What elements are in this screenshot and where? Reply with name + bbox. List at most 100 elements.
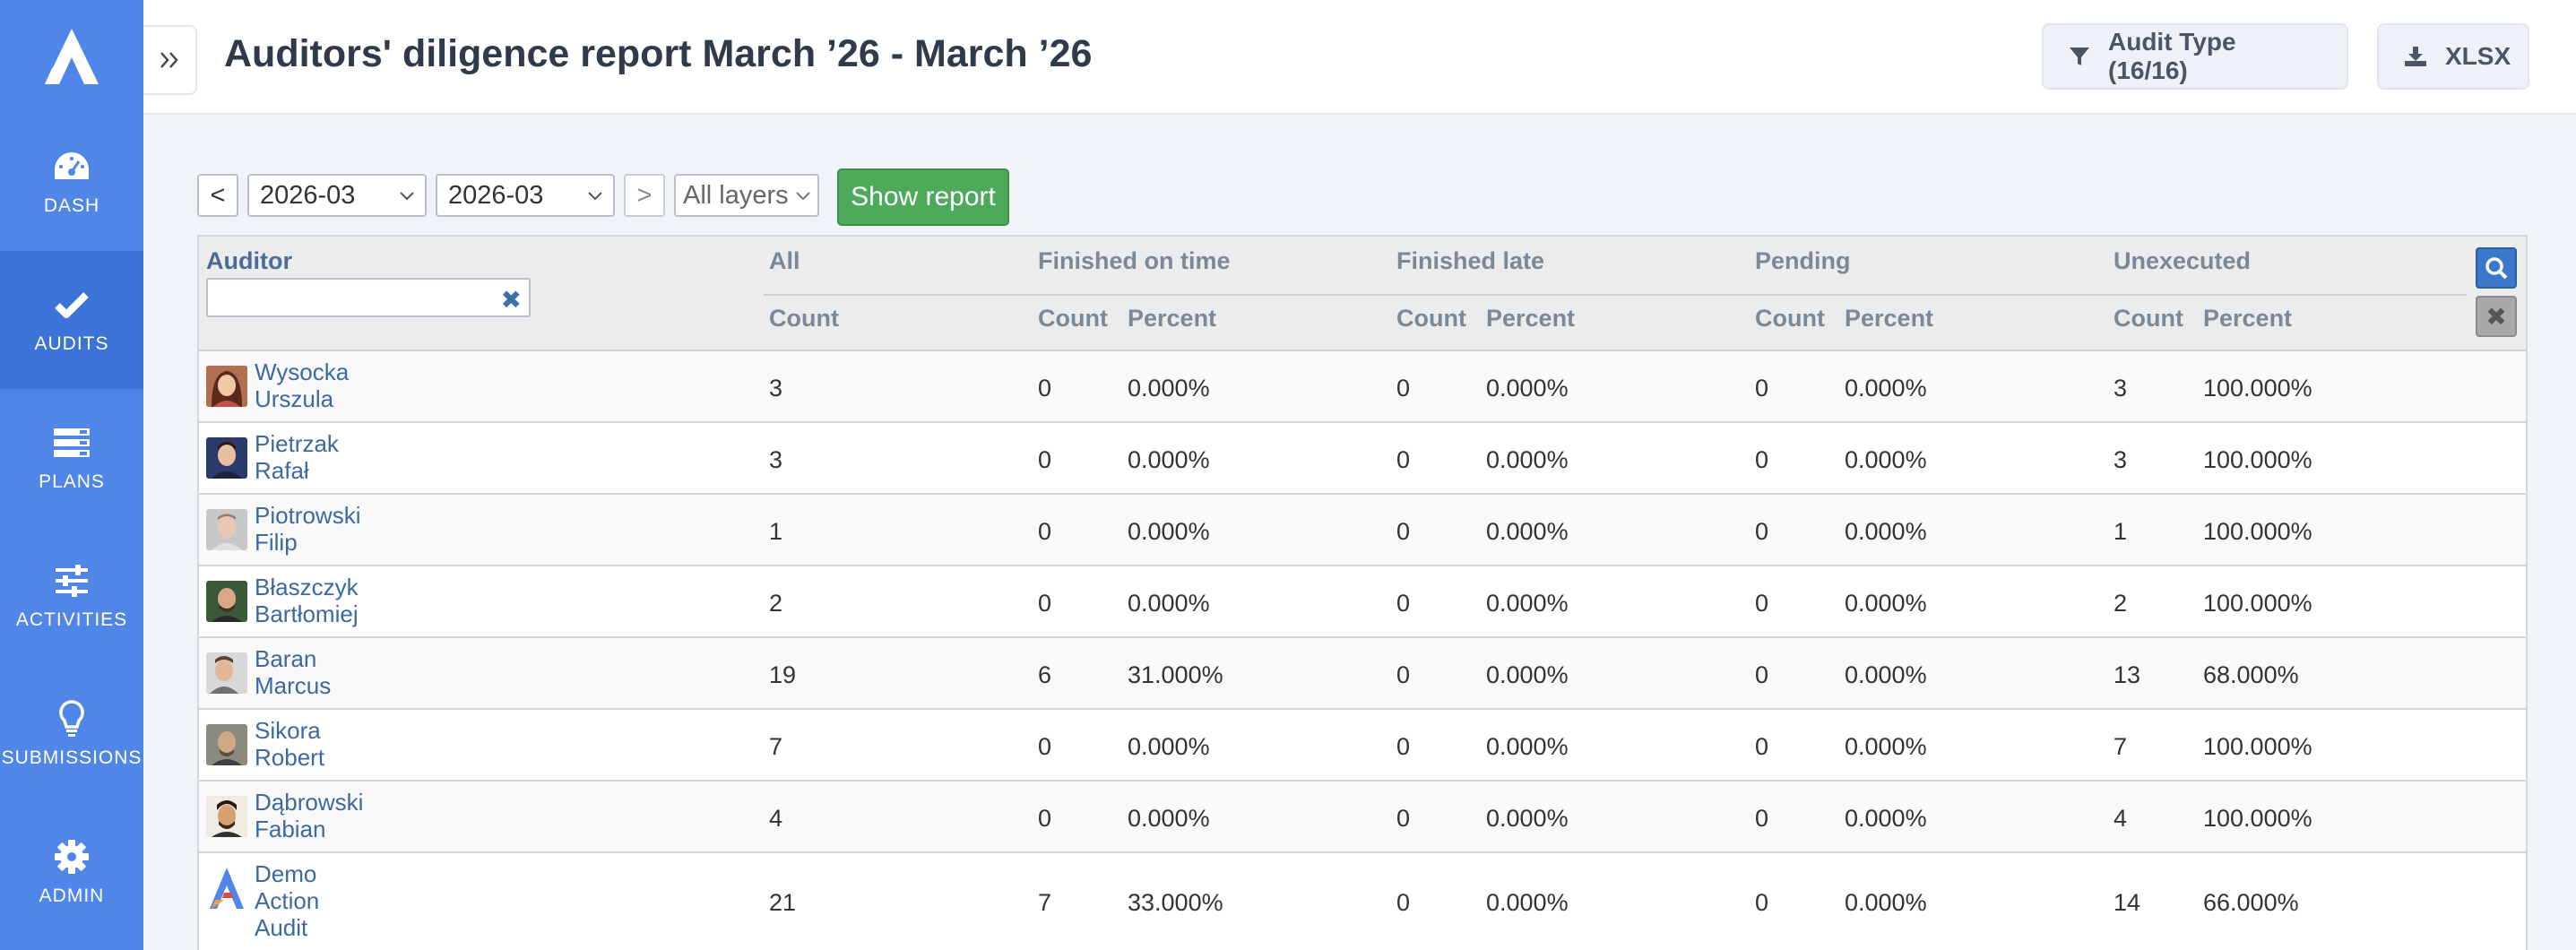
auditor-name-link[interactable]: Sikora Robert: [255, 717, 324, 771]
cell-pending-count: 0: [1755, 518, 1769, 545]
subcol-on-time-percent[interactable]: Percent: [1128, 305, 1216, 332]
show-report-button[interactable]: Show report: [837, 168, 1009, 226]
cell-on-time-percent: 0.000%: [1128, 590, 1210, 617]
auditor-first-name: Marcus: [255, 672, 332, 699]
search-icon: [2485, 257, 2508, 280]
from-period-select[interactable]: 2026-03: [247, 174, 427, 217]
sidebar-item-admin[interactable]: ADMIN: [0, 803, 143, 941]
layers-select[interactable]: All layers: [674, 174, 819, 217]
auditor-filter-input[interactable]: ✖: [206, 278, 531, 317]
subcol-on-time-count[interactable]: Count: [1038, 305, 1108, 332]
chevron-down-icon: [400, 192, 414, 201]
sidebar-item-audits[interactable]: AUDITS: [0, 251, 143, 389]
lightbulb-icon: [52, 699, 91, 738]
col-auditor[interactable]: Auditor: [206, 247, 292, 275]
subcol-unexecuted-count[interactable]: Count: [2114, 305, 2183, 332]
app-logo[interactable]: [0, 0, 143, 113]
cell-unexecuted-count: 2: [2114, 590, 2128, 617]
show-report-label: Show report: [851, 182, 996, 212]
auditor-first-name: Filip: [255, 529, 298, 556]
auditor-name-link[interactable]: Wysocka Urszula: [255, 358, 349, 412]
page-title: Auditors' diligence report March ’26 - M…: [224, 32, 1093, 75]
auditor-last-name: Sikora: [255, 717, 321, 744]
auditor-name-link[interactable]: Błaszczyk Bartłomiej: [255, 574, 359, 627]
auditor-name-link[interactable]: Demo Action Audit: [255, 860, 319, 941]
export-label: XLSX: [2445, 42, 2511, 70]
col-unexecuted: Unexecuted: [2114, 247, 2252, 274]
avatar: [206, 724, 247, 765]
sidebar-item-plans[interactable]: PLANS: [0, 389, 143, 527]
sidebar-item-submissions[interactable]: SUBMISSIONS: [0, 665, 143, 803]
cell-pending-percent: 0.000%: [1845, 375, 1927, 402]
cell-late-percent: 0.000%: [1486, 805, 1569, 832]
cell-on-time-percent: 0.000%: [1128, 446, 1210, 473]
sidebar-item-dash[interactable]: DASH: [0, 113, 143, 251]
subcol-late-count[interactable]: Count: [1396, 305, 1466, 332]
cell-pending-count: 0: [1755, 805, 1769, 832]
cell-on-time-percent: 33.000%: [1128, 889, 1223, 916]
check-icon: [52, 285, 91, 324]
sidebar-item-activities[interactable]: ACTIVITIES: [0, 527, 143, 665]
subcol-pending-count[interactable]: Count: [1755, 305, 1825, 332]
auditor-extra-name: Audit: [255, 914, 308, 941]
avatar: [206, 437, 247, 479]
cell-pending-percent: 0.000%: [1845, 805, 1927, 832]
cell-unexecuted-count: 3: [2114, 446, 2128, 473]
download-icon: [2404, 46, 2427, 67]
auditor-first-name: Urszula: [255, 385, 334, 412]
cell-on-time-count: 7: [1038, 889, 1052, 916]
gear-icon: [52, 837, 91, 877]
table-row: Baran Marcus 19 6 31.000% 0 0.000% 0 0.0…: [199, 638, 2526, 710]
auditor-name-link[interactable]: Piotrowski Filip: [255, 502, 360, 556]
audit-type-label: Audit Type (16/16): [2108, 28, 2236, 84]
table-row: Demo Action Audit 21 7 33.000% 0 0.000% …: [199, 853, 2526, 950]
auditor-name-link[interactable]: Dąbrowski Fabian: [255, 789, 363, 842]
sidebar: DASH AUDITS PLANS ACTIVITIES SUBMISSIONS…: [0, 0, 143, 950]
page-header: Auditors' diligence report March ’26 - M…: [143, 0, 2576, 115]
logo-icon: [45, 29, 99, 84]
cell-all: 3: [769, 375, 783, 402]
auditor-name-link[interactable]: Pietrzak Rafał: [255, 430, 339, 484]
cell-on-time-count: 0: [1038, 590, 1052, 617]
cell-on-time-percent: 0.000%: [1128, 733, 1210, 760]
clear-filter-icon[interactable]: ✖: [501, 285, 522, 315]
table-row: Dąbrowski Fabian 4 0 0.000% 0 0.000% 0 0…: [199, 782, 2526, 853]
export-xlsx-button[interactable]: XLSX: [2377, 23, 2529, 90]
cell-pending-count: 0: [1755, 733, 1769, 760]
col-all: All: [769, 247, 800, 274]
cell-pending-count: 0: [1755, 590, 1769, 617]
cell-late-percent: 0.000%: [1486, 733, 1569, 760]
cell-unexecuted-percent: 100.000%: [2203, 590, 2312, 617]
auditor-last-name: Pietrzak: [255, 430, 339, 457]
sidebar-toggle-button[interactable]: [143, 25, 197, 95]
auditor-last-name: Wysocka: [255, 358, 350, 385]
table-search-button[interactable]: [2476, 247, 2517, 289]
subcol-unexecuted-percent[interactable]: Percent: [2203, 305, 2292, 332]
table-clear-button[interactable]: ✖: [2476, 296, 2517, 337]
auditor-last-name: Piotrowski: [255, 502, 361, 529]
from-value: 2026-03: [260, 180, 356, 210]
previous-period-button[interactable]: <: [197, 174, 238, 217]
auditor-last-name: Dąbrowski: [255, 789, 364, 816]
subcol-all-count[interactable]: Count: [769, 305, 839, 332]
cell-pending-percent: 0.000%: [1845, 889, 1927, 916]
subcol-pending-percent[interactable]: Percent: [1845, 305, 1933, 332]
auditor-name-link[interactable]: Baran Marcus: [255, 645, 331, 699]
to-period-select[interactable]: 2026-03: [436, 174, 615, 217]
cell-late-percent: 0.000%: [1486, 375, 1569, 402]
cell-late-count: 0: [1396, 661, 1411, 688]
sidebar-item-label: SUBMISSIONS: [1, 747, 143, 768]
cell-on-time-count: 0: [1038, 446, 1052, 473]
cell-on-time-count: 0: [1038, 733, 1052, 760]
next-label: >: [636, 180, 653, 210]
cell-on-time-percent: 0.000%: [1128, 375, 1210, 402]
next-period-button[interactable]: >: [624, 174, 665, 217]
audit-type-filter-button[interactable]: Audit Type (16/16): [2042, 23, 2348, 90]
avatar: [206, 796, 247, 837]
cell-late-count: 0: [1396, 446, 1411, 473]
subcol-late-percent[interactable]: Percent: [1486, 305, 1575, 332]
cell-pending-percent: 0.000%: [1845, 733, 1927, 760]
cell-unexecuted-count: 13: [2114, 661, 2141, 688]
cell-on-time-percent: 31.000%: [1128, 661, 1223, 688]
cell-pending-percent: 0.000%: [1845, 518, 1927, 545]
